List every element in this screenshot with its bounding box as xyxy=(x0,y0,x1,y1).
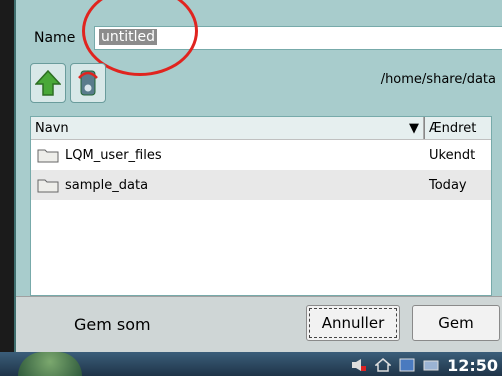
column-header-name[interactable]: Navn ▼ xyxy=(31,117,424,139)
home-icon[interactable] xyxy=(375,358,392,372)
memory-icon[interactable] xyxy=(399,358,415,372)
folder-icon xyxy=(37,179,59,193)
column-name-label: Navn xyxy=(35,120,69,136)
name-value: untitled xyxy=(99,29,158,45)
system-tray: 12:50 xyxy=(351,354,502,376)
folder-icon xyxy=(37,149,59,163)
dialog-title: Gem som xyxy=(74,315,151,334)
device-button[interactable] xyxy=(70,63,106,103)
list-item[interactable]: sample_data Today xyxy=(31,170,491,200)
list-header: Navn ▼ Ændret xyxy=(31,117,491,140)
speaker-icon[interactable] xyxy=(351,358,367,372)
current-path: /home/share/data xyxy=(380,72,496,87)
up-arrow-icon xyxy=(35,69,61,96)
list-item[interactable]: LQM_user_files Ukendt xyxy=(31,140,491,170)
file-name: LQM_user_files xyxy=(65,147,162,163)
save-dialog: Name untitled /home/share/data Navn ▼ Æn… xyxy=(14,0,502,353)
up-folder-button[interactable] xyxy=(30,63,66,103)
file-name: sample_data xyxy=(65,177,149,193)
file-changed: Ukendt xyxy=(429,147,476,163)
file-list: Navn ▼ Ændret LQM_user_files Ukendt samp… xyxy=(30,116,492,296)
name-field[interactable]: untitled xyxy=(94,26,502,50)
keyboard-icon[interactable] xyxy=(423,358,439,372)
column-header-changed[interactable]: Ændret xyxy=(424,117,491,139)
dialog-footer: Gem som Annuller Gem xyxy=(16,296,502,353)
sort-down-icon: ▼ xyxy=(409,120,419,136)
file-changed: Today xyxy=(429,177,467,193)
name-label: Name xyxy=(34,30,76,46)
clock: 12:50 xyxy=(447,355,498,375)
taskbar: 12:50 xyxy=(0,352,502,376)
start-button[interactable] xyxy=(18,352,82,376)
column-changed-label: Ændret xyxy=(429,120,477,136)
save-button[interactable]: Gem xyxy=(412,305,500,341)
device-icon xyxy=(78,70,98,96)
cancel-button[interactable]: Annuller xyxy=(306,305,400,341)
